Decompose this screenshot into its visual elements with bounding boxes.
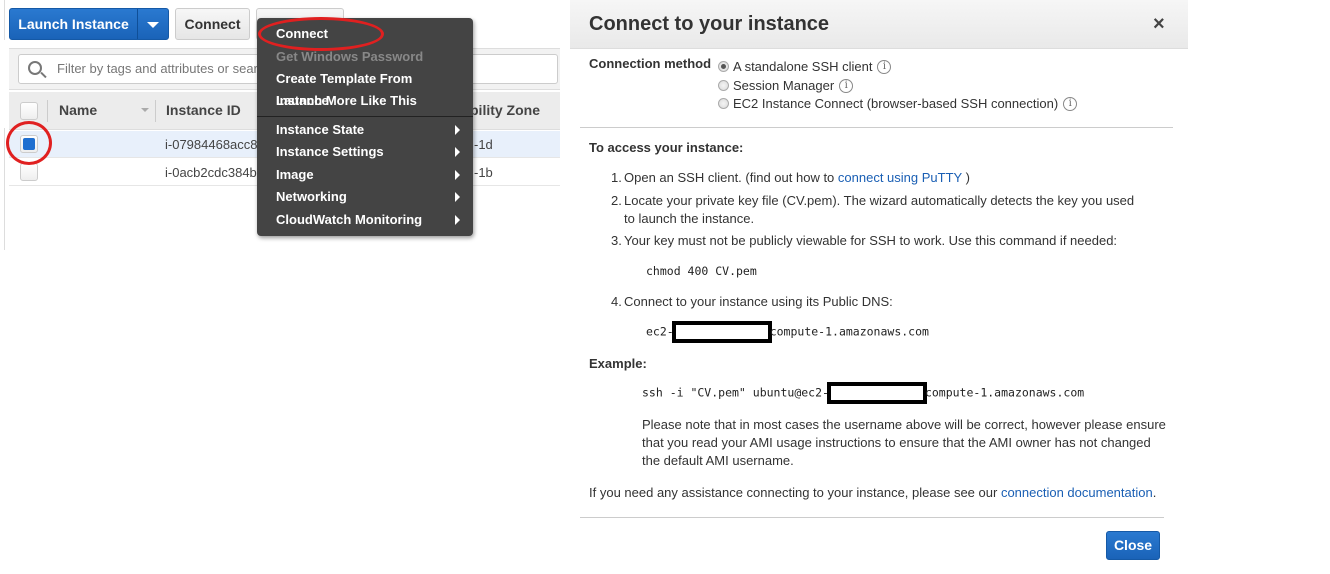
assist-text: . bbox=[1152, 485, 1157, 500]
step-text: ) bbox=[961, 170, 970, 185]
close-icon[interactable]: × bbox=[1153, 14, 1165, 34]
connection-documentation-link[interactable]: connection documentation bbox=[1001, 485, 1153, 500]
submenu-arrow-icon bbox=[455, 170, 460, 180]
modal-title: Connect to your instance bbox=[589, 13, 830, 35]
step-text: Locate your private key file (CV.pem). T… bbox=[624, 193, 1135, 226]
panel-border bbox=[4, 0, 5, 40]
menu-item-label: Instance State bbox=[276, 122, 365, 137]
assist-text: If you need any assistance connecting to… bbox=[589, 485, 1001, 500]
column-header-instance-id[interactable]: Instance ID bbox=[166, 102, 241, 118]
ami-username-note: Please note that in most cases the usern… bbox=[642, 417, 1166, 468]
menu-item-launch-more-like-this[interactable]: Launch More Like This bbox=[276, 90, 463, 112]
menu-item-networking[interactable]: Networking bbox=[276, 186, 463, 208]
instance-id-cell: i-07984468acc8 bbox=[165, 137, 258, 152]
availability-zone-cell: -1d bbox=[474, 137, 493, 152]
actions-context-menu: Connect Get Windows Password Create Temp… bbox=[257, 18, 473, 236]
info-icon[interactable]: i bbox=[877, 59, 892, 74]
info-icon[interactable]: i bbox=[839, 78, 854, 93]
submenu-arrow-icon bbox=[455, 125, 460, 135]
redaction-box bbox=[671, 321, 772, 343]
close-button[interactable]: Close bbox=[1106, 531, 1160, 560]
chmod-command: chmod 400 CV.pem bbox=[646, 264, 757, 278]
assistance-text: If you need any assistance connecting to… bbox=[589, 484, 1179, 502]
menu-item-label: Instance Settings bbox=[276, 144, 384, 159]
connect-button[interactable]: Connect bbox=[175, 8, 250, 40]
menu-item-instance-state[interactable]: Instance State bbox=[276, 119, 463, 141]
radio-button[interactable] bbox=[718, 98, 729, 109]
availability-zone-cell: -1b bbox=[474, 165, 493, 180]
submenu-arrow-icon bbox=[455, 147, 460, 157]
menu-item-cloudwatch-monitoring[interactable]: CloudWatch Monitoring bbox=[276, 209, 463, 231]
connect-instance-modal: Connect to your instance × Connection me… bbox=[570, 0, 1188, 574]
row-checkbox[interactable] bbox=[20, 163, 38, 181]
annotation-circle-connect bbox=[258, 17, 384, 51]
launch-dropdown-caret-icon[interactable] bbox=[138, 9, 168, 39]
ssh-suffix: compute-1.amazonaws.com bbox=[924, 385, 1085, 400]
radio-label: A standalone SSH client bbox=[733, 59, 873, 74]
access-instructions-title: To access your instance: bbox=[589, 140, 744, 155]
radio-button[interactable] bbox=[718, 80, 729, 91]
submenu-arrow-icon bbox=[455, 192, 460, 202]
menu-item-instance-settings[interactable]: Instance Settings bbox=[276, 141, 463, 163]
dns-prefix: ec2- bbox=[646, 324, 674, 339]
info-icon[interactable]: i bbox=[1063, 96, 1078, 111]
column-header-name[interactable]: Name bbox=[59, 102, 97, 118]
annotation-circle-checkbox bbox=[6, 121, 52, 165]
connection-method-label: Connection method bbox=[589, 56, 712, 71]
modal-header: Connect to your instance × bbox=[570, 0, 1188, 49]
column-header-availability-zone[interactable]: bility Zone bbox=[470, 102, 540, 118]
menu-item-image[interactable]: Image bbox=[276, 164, 463, 186]
column-separator bbox=[155, 100, 156, 122]
column-separator bbox=[47, 100, 48, 122]
launch-instance-label[interactable]: Launch Instance bbox=[10, 9, 138, 39]
menu-item-label: Networking bbox=[276, 189, 347, 204]
step-text: Connect to your instance using its Publi… bbox=[624, 294, 893, 309]
panel-border bbox=[4, 128, 5, 250]
step-text: Your key must not be publicly viewable f… bbox=[624, 233, 1118, 248]
radio-session-manager[interactable]: Session Manager i bbox=[718, 78, 854, 93]
radio-ec2-instance-connect[interactable]: EC2 Instance Connect (browser-based SSH … bbox=[718, 96, 1078, 111]
public-dns: ec2- compute-1.amazonaws.com bbox=[646, 321, 929, 343]
radio-label: EC2 Instance Connect (browser-based SSH … bbox=[733, 96, 1059, 111]
radio-button[interactable] bbox=[718, 61, 729, 72]
menu-item-label: Launch More Like This bbox=[276, 93, 417, 108]
menu-item-create-template[interactable]: Create Template From Instance bbox=[276, 68, 463, 108]
menu-divider bbox=[257, 116, 473, 117]
radio-label: Session Manager bbox=[733, 78, 835, 93]
step-number: 4. bbox=[611, 294, 622, 309]
launch-instance-button[interactable]: Launch Instance bbox=[9, 8, 169, 40]
step-number: 2. bbox=[611, 193, 622, 208]
menu-item-label: CloudWatch Monitoring bbox=[276, 212, 423, 227]
ssh-prefix: ssh -i "CV.pem" ubuntu@ec2- bbox=[642, 385, 829, 400]
submenu-arrow-icon bbox=[455, 215, 460, 225]
divider bbox=[580, 127, 1173, 128]
menu-item-label: Image bbox=[276, 167, 314, 182]
dns-suffix: compute-1.amazonaws.com bbox=[769, 324, 929, 339]
sort-caret-icon[interactable] bbox=[141, 108, 149, 112]
select-all-checkbox[interactable] bbox=[20, 102, 38, 120]
divider bbox=[580, 517, 1164, 518]
step-number: 3. bbox=[611, 233, 622, 248]
search-icon bbox=[28, 61, 42, 75]
step-text: Open an SSH client. (find out how to bbox=[624, 170, 838, 185]
menu-item-label: Get Windows Password bbox=[276, 49, 424, 64]
radio-standalone-ssh[interactable]: A standalone SSH client i bbox=[718, 59, 892, 74]
ec2-console-panel: Launch Instance Connect Filter by tags a… bbox=[0, 0, 560, 260]
example-ssh-command: ssh -i "CV.pem" ubuntu@ec2- compute-1.ama… bbox=[642, 382, 1084, 404]
instance-id-cell: i-0acb2cdc384b bbox=[165, 165, 257, 180]
step-number: 1. bbox=[611, 170, 622, 185]
redaction-box bbox=[826, 382, 927, 404]
example-label: Example: bbox=[589, 356, 647, 371]
connect-using-putty-link[interactable]: connect using PuTTY bbox=[838, 170, 962, 185]
